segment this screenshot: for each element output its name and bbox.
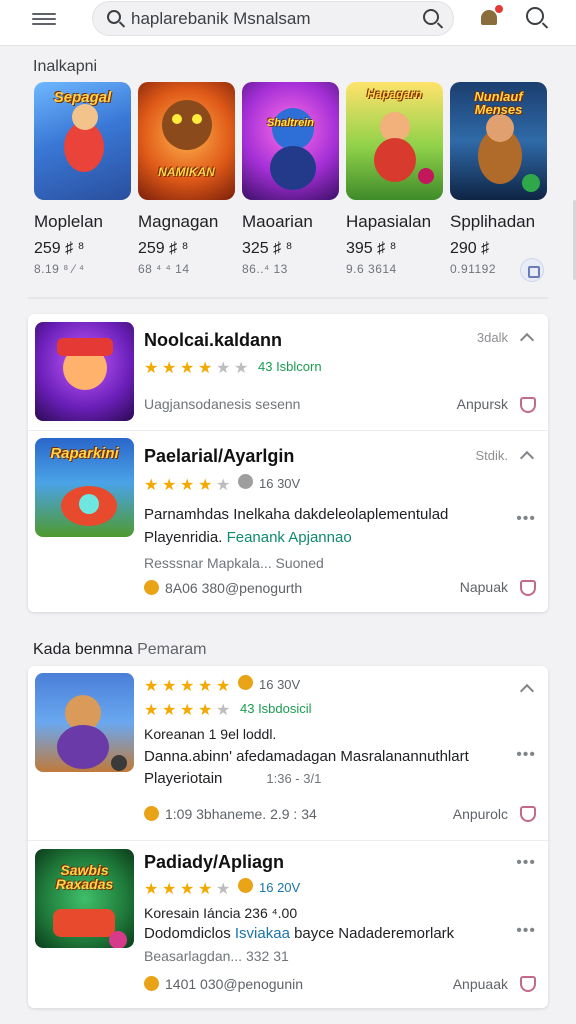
game-tile[interactable]: Shaltrein Maoarian 325 ♯ ⁸ 86..⁴ 13 xyxy=(242,82,342,276)
search-bar[interactable] xyxy=(92,1,454,36)
more-options-icon[interactable]: ••• xyxy=(516,922,536,940)
app-description: Dodomdiclos Isviakaa bayce Nadaderemorla… xyxy=(144,925,455,942)
more-options-icon[interactable]: ••• xyxy=(516,854,536,872)
coin-icon xyxy=(144,976,159,991)
app-icon xyxy=(35,322,134,421)
notification-bell-icon[interactable] xyxy=(478,4,504,28)
install-button[interactable]: Napuak xyxy=(460,579,508,595)
app-icon: Sawbis Raxadas xyxy=(35,849,134,948)
coin-icon xyxy=(144,806,159,821)
section-title: Kada benmna Pemaram xyxy=(33,641,207,658)
app-description: Parnamhdas Inelkaha dakdeleolaplementula… xyxy=(144,506,449,523)
collapse-chevron-icon[interactable] xyxy=(519,332,535,348)
star-rating: ★ ★ ★ ★ ★ 16 30V xyxy=(144,675,301,695)
app-size: Stdik. xyxy=(475,448,508,463)
search-submit-icon[interactable] xyxy=(423,9,439,25)
game-thumbnail: NAMIKAN xyxy=(138,82,235,200)
app-title: Paelarial/Ayarlgin xyxy=(144,446,295,466)
game-thumbnail: Hapagarn xyxy=(346,82,443,200)
app-title: Padiady/Apliagn xyxy=(144,852,285,872)
app-icon: Raparkini xyxy=(35,438,134,537)
install-button[interactable]: Anpurolc xyxy=(453,806,508,822)
game-list-card: Noolcai.kaldann ★ ★ ★ ★ ★ ★ 43 Isblcorn Uagjan… xyxy=(28,314,548,612)
game-name: Hapasialan xyxy=(346,212,432,231)
app-description-2: Playeriotain 1:36 - 3/1 xyxy=(144,770,322,787)
app-footer: 1:09 3bhaneme. 2.9 : 34 xyxy=(144,806,317,822)
game-tile[interactable]: NAMIKAN Magnagan 259 ♯ ⁸ 68 ⁴ ⁴ 14 xyxy=(138,82,238,276)
game-tile[interactable]: Nunlauf Menses Spplihadan 290 ♯ 0.91192 xyxy=(450,82,550,276)
game-price: 325 ♯ ⁸ xyxy=(242,240,293,257)
game-list-card: ★ ★ ★ ★ ★ 16 30V ★ ★ ★ ★ ★ 43 Isbdosicil Koreanan … xyxy=(28,666,548,1008)
app-meta-line: Koreanan 1 9el loddl. xyxy=(144,726,277,742)
section-title: Inalkapni xyxy=(33,58,98,75)
star-rating: ★ ★ ★ ★ ★ 16 30V xyxy=(144,474,301,494)
app-description-2: Playenridia. Feanank Apjannao xyxy=(144,529,352,546)
game-name: Maoarian xyxy=(242,212,313,231)
more-options-icon[interactable]: ••• xyxy=(516,746,536,764)
game-tile[interactable]: Sepagal Moplelan 259 ♯ ⁸ 8.19 ⁸ ⁄ ⁴ xyxy=(34,82,134,276)
game-price: 395 ♯ ⁸ xyxy=(346,240,397,257)
game-carousel: Sepagal Moplelan 259 ♯ ⁸ 8.19 ⁸ ⁄ ⁴ NAMI… xyxy=(28,82,576,282)
app-footer: 1401 030@penogunin xyxy=(144,976,303,992)
shield-icon[interactable] xyxy=(520,397,536,413)
game-price: 259 ♯ ⁸ xyxy=(138,240,189,257)
carousel-more-button[interactable] xyxy=(520,258,544,282)
shield-icon[interactable] xyxy=(520,976,536,992)
collapse-chevron-icon[interactable] xyxy=(519,683,535,699)
game-thumbnail: Sepagal xyxy=(34,82,131,200)
star-rating-secondary: ★ ★ ★ ★ ★ 43 Isbdosicil xyxy=(144,701,312,719)
app-footer: 8A06 380@penogurth xyxy=(144,580,302,596)
game-name: Moplelan xyxy=(34,212,103,231)
collapse-chevron-icon[interactable] xyxy=(519,450,535,466)
coin-icon xyxy=(144,580,159,595)
game-thumbnail: Nunlauf Menses xyxy=(450,82,547,200)
game-thumbnail: Shaltrein xyxy=(242,82,339,200)
game-subtext: 86..⁴ 13 xyxy=(242,262,288,276)
app-title: Noolcai.kaldann xyxy=(144,330,283,350)
app-meta-line: Koresain Iáncia 236 ⁴.00 xyxy=(144,905,298,921)
row-divider xyxy=(28,430,548,431)
app-meta-line: Resssnar Mapkala... Suoned xyxy=(144,555,324,571)
top-app-bar xyxy=(0,0,576,46)
install-button[interactable]: Anpursk xyxy=(457,396,508,412)
app-size: 3dalk xyxy=(476,330,508,345)
game-price: 290 ♯ xyxy=(450,240,490,257)
shield-icon[interactable] xyxy=(520,580,536,596)
game-tile[interactable]: Hapagarn Hapasialan 395 ♯ ⁸ 9.6 3614 xyxy=(346,82,446,276)
row-divider xyxy=(28,840,548,841)
notification-badge xyxy=(494,4,504,14)
divider xyxy=(28,297,548,299)
install-button[interactable]: Anpuaak xyxy=(453,976,508,992)
shield-icon[interactable] xyxy=(520,806,536,822)
search-input[interactable] xyxy=(131,6,411,32)
app-meta-line-2: Beasarlagdan... 332 31 xyxy=(144,948,289,964)
app-description: Uagjansodanesis sesenn xyxy=(144,396,301,412)
star-rating: ★ ★ ★ ★ ★ 16 20V xyxy=(144,878,301,898)
app-description: Danna.abinn' afedamadagan Masralanannuth… xyxy=(144,748,469,765)
game-price: 259 ♯ ⁸ xyxy=(34,240,85,257)
star-rating: ★ ★ ★ ★ ★ ★ 43 Isblcorn xyxy=(144,359,322,377)
game-subtext: 8.19 ⁸ ⁄ ⁴ xyxy=(34,262,85,276)
game-name: Magnagan xyxy=(138,212,219,231)
game-name: Spplihadan xyxy=(450,212,536,231)
game-subtext: 68 ⁴ ⁴ 14 xyxy=(138,262,190,276)
game-subtext: 9.6 3614 xyxy=(346,262,397,276)
more-options-icon[interactable]: ••• xyxy=(516,510,536,528)
search-icon[interactable] xyxy=(526,7,544,25)
search-icon xyxy=(107,10,121,24)
app-icon xyxy=(35,673,134,772)
menu-icon[interactable] xyxy=(32,10,56,28)
